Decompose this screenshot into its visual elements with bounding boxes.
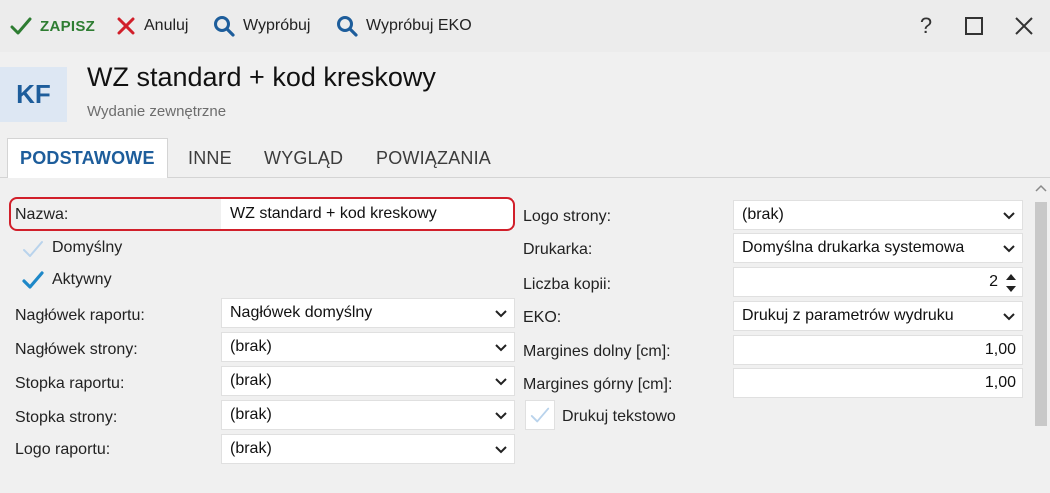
try-eko-label: Wypróbuj EKO bbox=[366, 17, 472, 34]
check-icon bbox=[23, 241, 43, 257]
maximize-button[interactable] bbox=[954, 0, 994, 52]
margin-top-input[interactable]: 1,00 bbox=[733, 368, 1023, 398]
printer-value: Domyślna drukarka systemowa bbox=[742, 239, 965, 256]
eko-value: Drukuj z parametrów wydruku bbox=[742, 307, 954, 324]
page-logo-select[interactable]: (brak) bbox=[733, 200, 1023, 230]
margin-bottom-value: 1,00 bbox=[984, 341, 1016, 358]
report-header-value: Nagłówek domyślny bbox=[230, 304, 373, 321]
printer-select[interactable]: Domyślna drukarka systemowa bbox=[733, 233, 1023, 263]
page-header-label: Nagłówek strony: bbox=[15, 341, 138, 358]
help-icon: ? bbox=[919, 13, 933, 38]
scrollbar-thumb[interactable] bbox=[1035, 202, 1047, 426]
help-button[interactable]: ? bbox=[906, 0, 946, 52]
report-logo-select[interactable]: (brak) bbox=[221, 434, 515, 464]
close-button[interactable] bbox=[1004, 0, 1044, 52]
chevron-down-icon bbox=[495, 446, 507, 454]
page-footer-label: Stopka strony: bbox=[15, 409, 118, 426]
chevron-down-icon bbox=[495, 310, 507, 318]
default-checkbox[interactable] bbox=[18, 234, 48, 264]
chevron-down-icon bbox=[1003, 313, 1015, 321]
page-logo-value: (brak) bbox=[742, 206, 784, 223]
copies-stepper[interactable]: 2 bbox=[733, 267, 1023, 297]
search-icon bbox=[337, 16, 358, 37]
save-button[interactable]: ZAPISZ bbox=[10, 0, 95, 52]
toolbar: ZAPISZ Anuluj Wypróbuj Wypróbuj EKO ? bbox=[0, 0, 1050, 52]
chevron-down-icon bbox=[1003, 245, 1015, 253]
page-header-select[interactable]: (brak) bbox=[221, 332, 515, 362]
active-checkbox[interactable] bbox=[18, 265, 48, 295]
report-logo-value: (brak) bbox=[230, 440, 272, 457]
chevron-down-icon bbox=[495, 378, 507, 386]
avatar-badge: KF bbox=[0, 67, 67, 122]
page-footer-value: (brak) bbox=[230, 406, 272, 423]
search-icon bbox=[214, 16, 235, 37]
page-logo-label: Logo strony: bbox=[523, 208, 612, 225]
active-label: Aktywny bbox=[52, 271, 112, 288]
maximize-icon bbox=[965, 17, 983, 35]
close-icon bbox=[1015, 17, 1033, 35]
tab-podstawowe[interactable]: PODSTAWOWE bbox=[7, 138, 168, 179]
copies-label: Liczba kopii: bbox=[523, 276, 612, 293]
try-button[interactable]: Wypróbuj bbox=[213, 0, 310, 52]
page-subtitle: Wydanie zewnętrzne bbox=[87, 103, 227, 120]
check-icon bbox=[22, 271, 44, 289]
eko-select[interactable]: Drukuj z parametrów wydruku bbox=[733, 301, 1023, 331]
report-footer-select[interactable]: (brak) bbox=[221, 366, 515, 396]
save-label: ZAPISZ bbox=[40, 17, 96, 35]
page-header-value: (brak) bbox=[230, 338, 272, 355]
copies-value: 2 bbox=[989, 273, 998, 290]
name-highlight-frame bbox=[9, 197, 515, 231]
try-label: Wypróbuj bbox=[243, 17, 311, 34]
document-header: KF WZ standard + kod kreskowy Wydanie ze… bbox=[0, 52, 1050, 138]
tab-wyglad[interactable]: WYGLĄD bbox=[264, 138, 343, 179]
chevron-down-icon bbox=[1003, 212, 1015, 220]
spinner-arrows-icon[interactable] bbox=[1005, 272, 1017, 294]
report-logo-label: Logo raportu: bbox=[15, 441, 111, 458]
chevron-down-icon bbox=[495, 412, 507, 420]
cancel-button[interactable]: Anuluj bbox=[116, 0, 188, 52]
check-icon bbox=[530, 407, 550, 423]
page-title: WZ standard + kod kreskowy bbox=[87, 62, 436, 92]
chevron-down-icon bbox=[495, 344, 507, 352]
tab-powiazania[interactable]: POWIĄZANIA bbox=[376, 138, 491, 179]
eko-label: EKO: bbox=[523, 309, 562, 326]
printer-label: Drukarka: bbox=[523, 241, 593, 258]
form-content: Nazwa: WZ standard + kod kreskowy Domyśl… bbox=[0, 178, 1050, 493]
text-print-label: Drukuj tekstowo bbox=[562, 408, 676, 425]
check-icon bbox=[10, 17, 32, 35]
report-header-label: Nagłówek raportu: bbox=[15, 307, 145, 324]
report-header-select[interactable]: Nagłówek domyślny bbox=[221, 298, 515, 328]
tab-inne[interactable]: INNE bbox=[188, 138, 232, 179]
x-icon bbox=[117, 17, 135, 35]
margin-bottom-label: Margines dolny [cm]: bbox=[523, 343, 671, 360]
margin-top-label: Margines górny [cm]: bbox=[523, 376, 673, 393]
text-print-checkbox[interactable] bbox=[525, 400, 555, 430]
margin-bottom-input[interactable]: 1,00 bbox=[733, 335, 1023, 365]
try-eko-button[interactable]: Wypróbuj EKO bbox=[336, 0, 472, 52]
default-label: Domyślny bbox=[52, 239, 123, 256]
margin-top-value: 1,00 bbox=[984, 374, 1016, 391]
cancel-label: Anuluj bbox=[144, 17, 189, 34]
report-footer-value: (brak) bbox=[230, 372, 272, 389]
report-footer-label: Stopka raportu: bbox=[15, 375, 125, 392]
page-footer-select[interactable]: (brak) bbox=[221, 400, 515, 430]
tab-bar: PODSTAWOWE INNE WYGLĄD POWIĄZANIA bbox=[0, 138, 1050, 179]
scroll-up-icon[interactable] bbox=[1034, 181, 1048, 195]
